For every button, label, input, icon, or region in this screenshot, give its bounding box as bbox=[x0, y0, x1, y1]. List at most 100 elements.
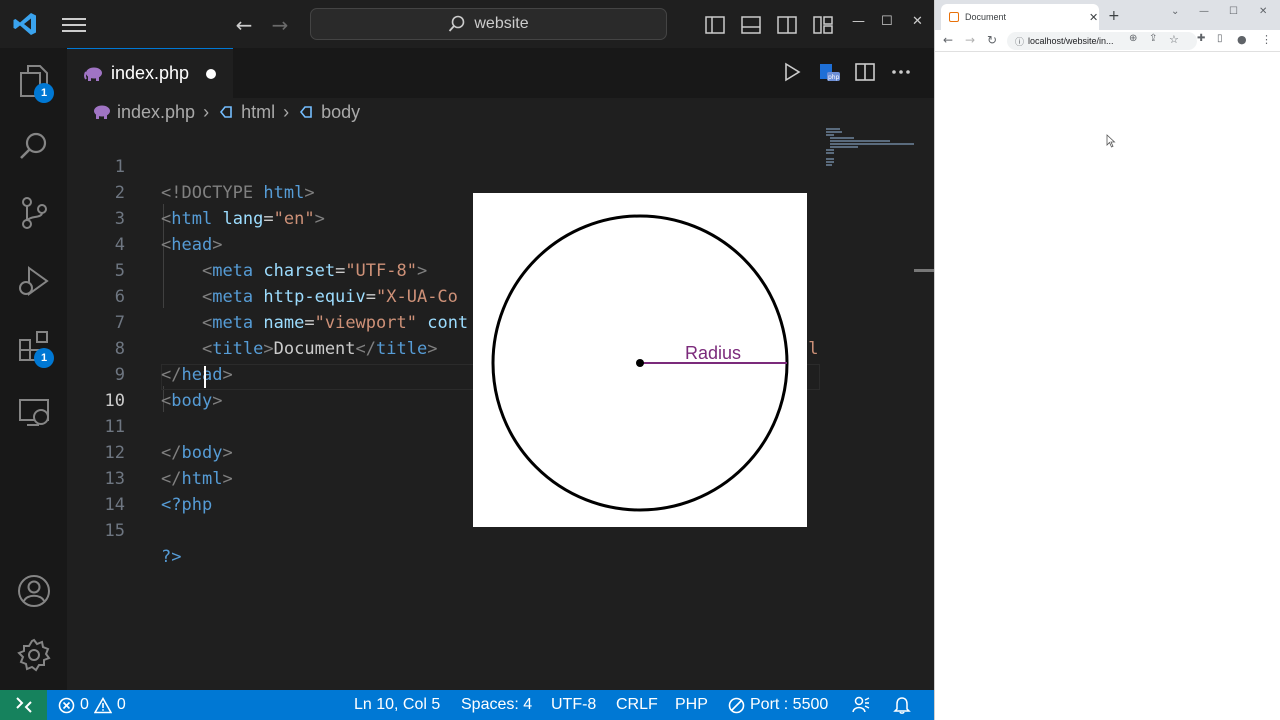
source-control-icon[interactable] bbox=[0, 188, 67, 238]
extensions-badge: 1 bbox=[34, 348, 54, 368]
back-arrow-icon[interactable]: ← bbox=[232, 13, 256, 37]
file-encoding[interactable]: UTF-8 bbox=[551, 690, 596, 720]
minimap-line bbox=[826, 149, 834, 151]
port-label: Port : 5500 bbox=[750, 696, 829, 713]
tab-search-chevron-icon[interactable]: ⌄ bbox=[1171, 6, 1179, 17]
maximize-icon[interactable]: ☐ bbox=[881, 14, 893, 29]
extensions-icon[interactable] bbox=[0, 322, 67, 372]
close-icon[interactable]: ✕ bbox=[1259, 6, 1267, 17]
minimap-line bbox=[826, 131, 842, 133]
url-text: localhost/website/in... bbox=[1028, 36, 1114, 46]
warning-icon bbox=[93, 696, 112, 713]
browser-toolbar: ← → ↻ ⓘ localhost/website/in... ⊕ ⇪ ☆ ✚ … bbox=[935, 30, 1280, 52]
text-cursor bbox=[204, 366, 206, 388]
minimap-line bbox=[826, 158, 834, 160]
scrollbar-position-marker[interactable] bbox=[914, 269, 934, 272]
minimap[interactable] bbox=[820, 126, 934, 690]
breadcrumb: index.php › html › body bbox=[67, 98, 934, 126]
search-icon bbox=[449, 15, 465, 32]
center-point bbox=[636, 359, 644, 367]
minimap-line bbox=[830, 137, 854, 139]
side-panel-icon[interactable]: ▯ bbox=[1217, 33, 1223, 44]
forward-arrow-icon[interactable]: → bbox=[965, 33, 975, 47]
remote-indicator[interactable] bbox=[0, 690, 47, 720]
search-icon[interactable] bbox=[0, 121, 67, 171]
maximize-icon[interactable]: ☐ bbox=[1229, 6, 1238, 17]
minimize-icon[interactable]: — bbox=[852, 14, 865, 29]
browser-tab-title: Document bbox=[965, 12, 1007, 22]
explorer-icon[interactable] bbox=[0, 56, 67, 106]
problems-indicator[interactable]: 0 0 bbox=[58, 690, 126, 720]
minimize-icon[interactable]: — bbox=[1199, 6, 1209, 17]
forward-arrow-icon[interactable]: → bbox=[268, 13, 292, 37]
radius-diagram-overlay: Radius bbox=[473, 193, 807, 527]
menu-icon[interactable] bbox=[60, 14, 88, 36]
minimap-line bbox=[826, 152, 834, 154]
circle-radius-illustration: Radius bbox=[491, 214, 789, 512]
tab-index-php[interactable]: index.php bbox=[67, 48, 233, 98]
minimap-line bbox=[826, 134, 834, 136]
split-editor-icon[interactable] bbox=[855, 62, 875, 86]
command-center-search[interactable]: website bbox=[310, 8, 667, 40]
info-icon: ⓘ bbox=[1015, 36, 1025, 47]
run-icon[interactable] bbox=[783, 62, 801, 86]
status-bar: 0 0 Ln 10, Col 5 Spaces: 4 UTF-8 CRLF PH… bbox=[0, 690, 934, 720]
remote-explorer-icon[interactable] bbox=[0, 388, 67, 438]
code-token: ?> bbox=[161, 547, 182, 567]
bookmark-star-icon[interactable]: ☆ bbox=[1169, 33, 1179, 46]
title-bar: ← → website — ☐ ✕ bbox=[0, 0, 934, 48]
manage-gear-icon[interactable] bbox=[0, 630, 67, 680]
code-line: 2 <html lang="en"> bbox=[67, 154, 820, 229]
customize-layout-icon[interactable] bbox=[812, 14, 834, 36]
minimap-line bbox=[826, 128, 840, 130]
share-icon[interactable]: ⇪ bbox=[1149, 33, 1157, 44]
extensions-puzzle-icon[interactable]: ✚ bbox=[1197, 33, 1205, 44]
page-favicon-icon bbox=[949, 12, 959, 22]
search-text: website bbox=[474, 15, 529, 32]
symbol-element-icon bbox=[220, 106, 232, 118]
unsaved-dot-icon[interactable] bbox=[206, 69, 216, 79]
toggle-primary-sidebar-icon[interactable] bbox=[704, 14, 726, 36]
browser-tab[interactable]: Document ✕ bbox=[941, 4, 1099, 30]
end-of-line[interactable]: CRLF bbox=[616, 690, 658, 720]
close-icon[interactable]: ✕ bbox=[912, 14, 923, 29]
vscode-window: ← → website — ☐ ✕ 1 1 index.php php inde… bbox=[0, 0, 934, 720]
chevron-right-icon: › bbox=[283, 101, 290, 122]
mouse-pointer-icon bbox=[1106, 134, 1116, 148]
minimap-line bbox=[826, 164, 832, 166]
reload-icon[interactable]: ↻ bbox=[987, 33, 997, 47]
new-tab-icon[interactable]: + bbox=[1108, 8, 1120, 24]
browser-page-content[interactable] bbox=[935, 52, 1280, 720]
toggle-panel-icon[interactable] bbox=[740, 14, 762, 36]
toggle-secondary-sidebar-icon[interactable] bbox=[776, 14, 798, 36]
php-run-icon[interactable]: php bbox=[819, 62, 841, 88]
minimap-line bbox=[826, 161, 834, 163]
browser-window: Document ✕ + ⌄ — ☐ ✕ ← → ↻ ⓘ localhost/w… bbox=[934, 0, 1280, 720]
minimap-line bbox=[830, 143, 914, 145]
zoom-icon[interactable]: ⊕ bbox=[1129, 33, 1137, 44]
remote-icon bbox=[15, 697, 32, 713]
indentation-setting[interactable]: Spaces: 4 bbox=[461, 690, 532, 720]
breadcrumb-html[interactable]: html bbox=[241, 102, 275, 123]
profile-avatar-icon[interactable]: ● bbox=[1237, 33, 1247, 46]
breadcrumb-body[interactable]: body bbox=[321, 102, 360, 123]
close-tab-icon[interactable]: ✕ bbox=[1089, 11, 1098, 24]
feedback-icon[interactable] bbox=[851, 690, 871, 720]
cursor-position[interactable]: Ln 10, Col 5 bbox=[354, 690, 440, 720]
accounts-icon[interactable] bbox=[0, 566, 67, 616]
menu-kebab-icon[interactable]: ⋮ bbox=[1261, 33, 1272, 46]
language-mode[interactable]: PHP bbox=[675, 690, 708, 720]
warning-count: 0 bbox=[116, 696, 126, 713]
live-server-port[interactable]: Port : 5500 bbox=[728, 690, 828, 720]
notifications-bell-icon[interactable] bbox=[893, 690, 911, 720]
back-arrow-icon[interactable]: ← bbox=[943, 33, 953, 47]
tab-label: index.php bbox=[111, 63, 190, 83]
explorer-badge: 1 bbox=[34, 83, 54, 103]
line-number: 15 bbox=[104, 521, 125, 541]
activity-bar: 1 1 bbox=[0, 48, 67, 690]
run-debug-icon[interactable] bbox=[0, 256, 67, 306]
php-elephant-icon bbox=[94, 105, 110, 119]
breadcrumb-file[interactable]: index.php bbox=[117, 102, 195, 123]
more-actions-icon[interactable] bbox=[891, 62, 911, 86]
no-entry-icon bbox=[728, 697, 745, 713]
